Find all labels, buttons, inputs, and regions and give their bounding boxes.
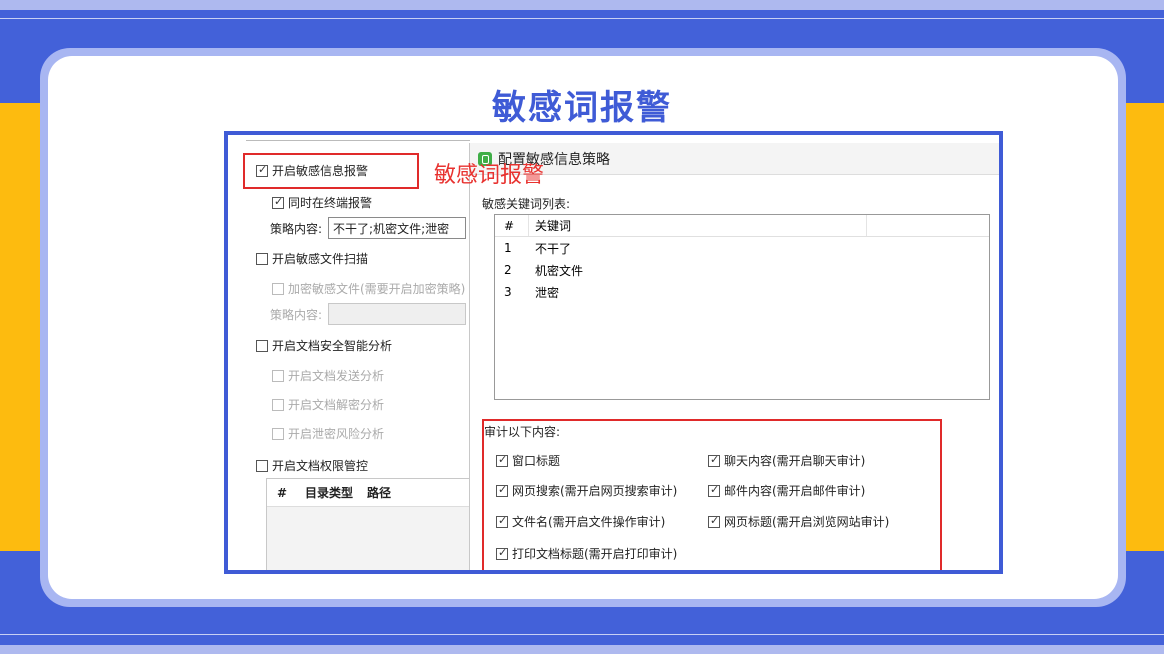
audit-checkbox[interactable]: [496, 546, 508, 560]
enable-alert-row[interactable]: 开启敏感信息报警: [256, 162, 368, 179]
bottom-decor-line: [0, 634, 1164, 635]
terminal-alert-row[interactable]: 同时在终端报警: [272, 194, 372, 211]
audit-web-search[interactable]: 网页搜索(需开启网页搜索审计): [496, 482, 677, 499]
policy-content-row-2: 策略内容:: [270, 303, 467, 325]
doc-permission-label: 开启文档权限管控: [272, 459, 369, 473]
kw-col-word: 关键词: [529, 215, 867, 236]
bottom-decor-strip: [0, 645, 1164, 654]
keyword-word: 机密文件: [535, 263, 584, 278]
audit-mail-content[interactable]: 邮件内容(需开启邮件审计): [708, 482, 865, 499]
keyword-list[interactable]: # 关键词 1 不干了 2 机密文件 3 泄密: [494, 214, 990, 400]
encrypt-files-label: 加密敏感文件(需要开启加密策略): [288, 282, 466, 296]
audit-label: 审计以下内容:: [484, 425, 561, 439]
callout-label: 敏感词报警: [434, 163, 545, 188]
doc-analysis-checkbox[interactable]: [256, 339, 268, 352]
audit-item-label: 打印文档标题(需开启打印审计): [512, 547, 678, 561]
slide-title: 敏感词报警: [492, 88, 672, 128]
doc-decrypt-label: 开启文档解密分析: [288, 398, 385, 412]
file-scan-label: 开启敏感文件扫描: [272, 252, 369, 266]
settings-panel: 敏感词报警 开启敏感信息报警 同时在终端报警 策略内容: 不干了;机密文件;泄密…: [228, 135, 544, 570]
doc-analysis-label: 开启文档安全智能分析: [272, 339, 393, 353]
policy-content-input-2: [328, 303, 467, 325]
doc-decrypt-checkbox: [272, 398, 284, 411]
list-item[interactable]: 3 泄密: [495, 281, 989, 303]
left-yellow-band: [0, 103, 42, 551]
enable-alert-label: 开启敏感信息报警: [272, 164, 369, 178]
keyword-list-label: 敏感关键词列表:: [482, 197, 571, 211]
audit-item-label: 文件名(需开启文件操作审计): [512, 515, 666, 529]
doc-permission-checkbox[interactable]: [256, 459, 268, 472]
screenshot-frame: 敏感词报警 开启敏感信息报警 同时在终端报警 策略内容: 不干了;机密文件;泄密…: [224, 131, 1003, 574]
audit-chat-content[interactable]: 聊天内容(需开启聊天审计): [708, 452, 865, 469]
audit-file-name[interactable]: 文件名(需开启文件操作审计): [496, 513, 665, 530]
audit-checkbox[interactable]: [496, 514, 508, 528]
policy-content-input[interactable]: 不干了;机密文件;泄密: [328, 217, 467, 239]
directory-table: # 目录类型 路径: [266, 478, 476, 570]
keyword-num: 1: [504, 241, 512, 255]
terminal-alert-checkbox[interactable]: [272, 195, 284, 209]
enable-alert-checkbox[interactable]: [256, 163, 268, 177]
leak-risk-label: 开启泄密风险分析: [288, 427, 385, 441]
keyword-num: 3: [504, 285, 512, 299]
dir-col-num: #: [277, 485, 288, 500]
audit-item-label: 网页搜索(需开启网页搜索审计): [512, 484, 678, 498]
file-scan-checkbox[interactable]: [256, 252, 268, 265]
directory-table-header: # 目录类型 路径: [267, 479, 475, 507]
audit-checkbox[interactable]: [708, 453, 720, 467]
list-item[interactable]: 1 不干了: [495, 237, 989, 259]
keyword-word: 不干了: [535, 241, 572, 256]
dir-col-type: 目录类型: [305, 486, 354, 500]
audit-checkbox[interactable]: [496, 483, 508, 497]
doc-send-row: 开启文档发送分析: [272, 367, 384, 384]
doc-send-label: 开启文档发送分析: [288, 369, 385, 383]
terminal-alert-label: 同时在终端报警: [288, 196, 373, 210]
top-decor-strip: [0, 0, 1164, 10]
kw-col-num: #: [495, 215, 529, 236]
audit-print-title[interactable]: 打印文档标题(需开启打印审计): [496, 545, 677, 562]
policy-content-label-2: 策略内容:: [270, 307, 323, 322]
policy-content-label: 策略内容:: [270, 221, 323, 236]
dir-col-path: 路径: [367, 486, 392, 500]
audit-window-title[interactable]: 窗口标题: [496, 452, 560, 469]
config-dialog: 配置敏感信息策略 敏感关键词列表: # 关键词 1 不干了 2 机密文件 3 泄…: [469, 143, 999, 570]
horizontal-scrollbar[interactable]: [246, 135, 470, 141]
file-scan-row[interactable]: 开启敏感文件扫描: [256, 250, 368, 267]
audit-checkbox[interactable]: [496, 453, 508, 467]
leak-risk-row: 开启泄密风险分析: [272, 425, 384, 442]
right-yellow-band: [1122, 103, 1164, 551]
audit-item-label: 窗口标题: [512, 454, 561, 468]
audit-item-label: 聊天内容(需开启聊天审计): [724, 454, 866, 468]
doc-permission-row[interactable]: 开启文档权限管控: [256, 457, 368, 474]
audit-checkbox[interactable]: [708, 514, 720, 528]
dialog-titlebar[interactable]: 配置敏感信息策略: [470, 143, 999, 175]
audit-item-label: 邮件内容(需开启邮件审计): [724, 484, 866, 498]
leak-risk-checkbox: [272, 427, 284, 440]
audit-web-title[interactable]: 网页标题(需开启浏览网站审计): [708, 513, 889, 530]
encrypt-files-row: 加密敏感文件(需要开启加密策略): [272, 280, 465, 297]
policy-content-row: 策略内容: 不干了;机密文件;泄密: [270, 217, 467, 239]
keyword-word: 泄密: [535, 285, 560, 300]
audit-options-box: 审计以下内容: 窗口标题 聊天内容(需开启聊天审计) 网页搜索(需开启网页搜索审…: [482, 419, 942, 570]
top-decor-line: [0, 18, 1164, 19]
audit-item-label: 网页标题(需开启浏览网站审计): [724, 515, 890, 529]
keyword-list-header: # 关键词: [495, 215, 989, 237]
audit-checkbox[interactable]: [708, 483, 720, 497]
doc-send-checkbox: [272, 369, 284, 382]
list-item[interactable]: 2 机密文件: [495, 259, 989, 281]
encrypt-files-checkbox: [272, 282, 284, 295]
doc-analysis-row[interactable]: 开启文档安全智能分析: [256, 337, 392, 354]
keyword-num: 2: [504, 263, 512, 277]
doc-decrypt-row: 开启文档解密分析: [272, 396, 384, 413]
